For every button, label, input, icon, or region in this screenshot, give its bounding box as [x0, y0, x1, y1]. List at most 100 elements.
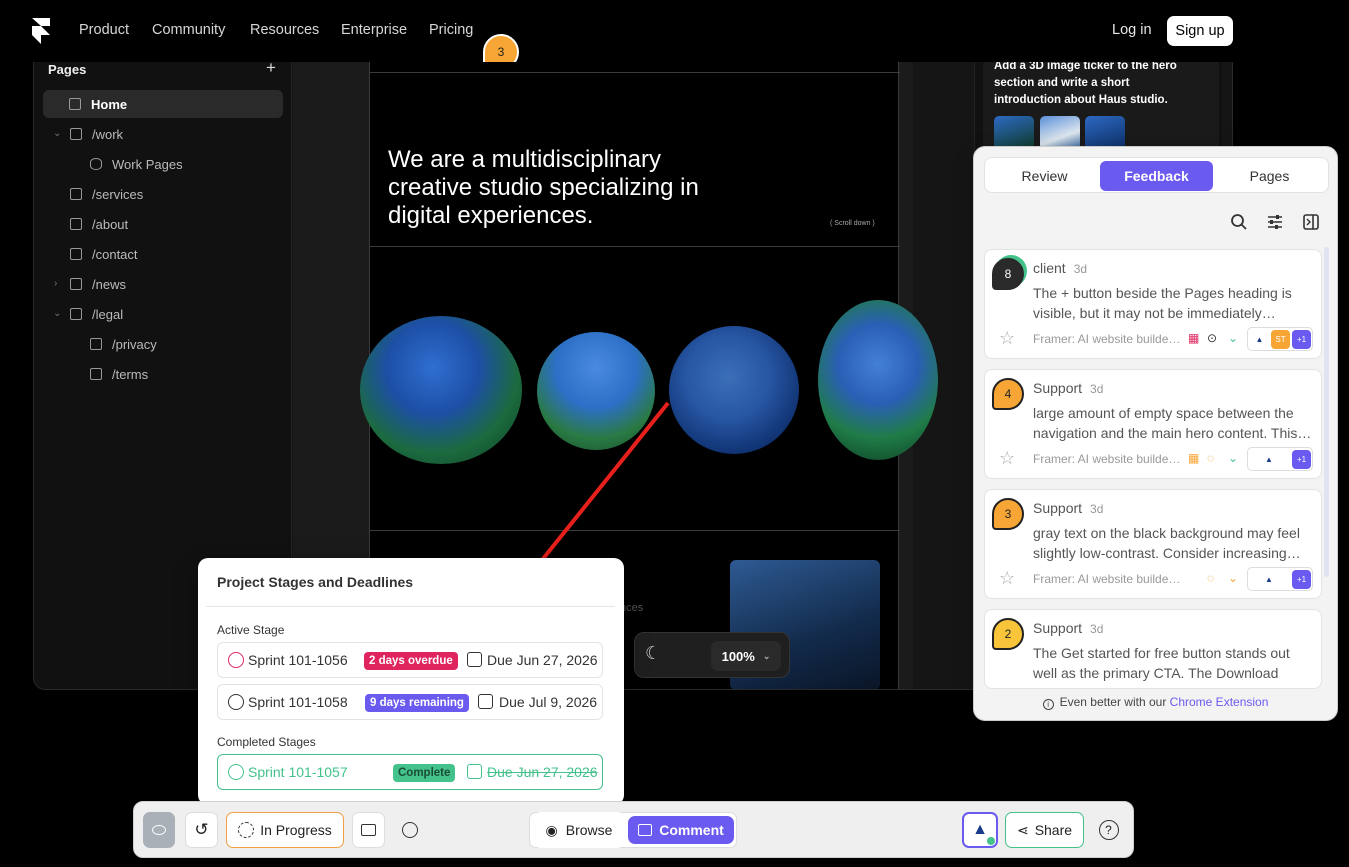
signup-button[interactable]: Sign up [1167, 16, 1233, 46]
status-icon[interactable]: ⊙ [1207, 331, 1217, 345]
comment-text: The Get started for free button stands o… [1033, 645, 1290, 681]
moon-icon[interactable]: ☾ [645, 643, 661, 664]
zoom-select[interactable]: 100% ⌄ [711, 641, 781, 671]
ai-prompt-text: Add a 3D image ticker to the hero sectio… [994, 62, 1177, 106]
comment-text: The + button beside the Pages heading is… [1033, 285, 1292, 321]
avatar: ST [1271, 330, 1290, 349]
canvas-toolbar: ☾ 100% ⌄ [634, 632, 790, 678]
comment-author: client 3d [1033, 260, 1087, 276]
folder-icon [70, 308, 82, 320]
feedback-panel: Review Feedback Pages 8 client 3d The + b… [973, 146, 1338, 721]
feedback-card[interactable]: 4 Support 3d large amount of empty space … [984, 369, 1322, 479]
calendar-icon[interactable]: ▦ [1188, 331, 1199, 345]
chevron-down-icon[interactable]: ⌄ [53, 128, 61, 139]
tab-pages[interactable]: Pages [1213, 161, 1326, 191]
feedback-footer: i Even better with our Chrome Extension [974, 695, 1337, 710]
page-item-services[interactable]: /services [70, 180, 143, 208]
assignees[interactable]: ▲ +1 [1247, 567, 1313, 591]
nav-product[interactable]: Product [79, 22, 129, 38]
assignees[interactable]: ▲ ST +1 [1247, 327, 1313, 351]
due-date: Due Jul 9, 2026 [499, 694, 598, 710]
logo-avatar-icon: ▲ [972, 821, 988, 838]
tab-feedback[interactable]: Feedback [1100, 161, 1213, 191]
nav-community[interactable]: Community [152, 22, 225, 38]
share-button[interactable]: ⋖ Share [1005, 812, 1084, 848]
sidebar-toggle-icon[interactable] [1302, 213, 1320, 231]
page-item-privacy[interactable]: /privacy [90, 330, 157, 358]
page-label: /news [92, 276, 126, 292]
stage-name: Sprint 101-1058 [248, 694, 348, 710]
remaining-badge: 9 days remaining [365, 694, 469, 712]
screen-button[interactable] [352, 812, 385, 848]
add-page-button[interactable]: + [266, 62, 276, 78]
page-item-contact[interactable]: /contact [70, 240, 138, 268]
scrollbar[interactable] [1324, 247, 1329, 577]
chevron-down-icon[interactable]: ⌄ [53, 308, 61, 319]
nav-enterprise[interactable]: Enterprise [341, 22, 407, 38]
priority-icon[interactable]: ⌄ [1228, 331, 1238, 345]
page-item-work[interactable]: /work [70, 120, 123, 148]
search-icon[interactable] [1230, 213, 1248, 231]
nav-resources[interactable]: Resources [250, 22, 319, 38]
user-avatar[interactable]: ▲ [962, 812, 998, 848]
page-label: /legal [92, 306, 124, 322]
chrome-extension-link[interactable]: Chrome Extension [1170, 695, 1269, 709]
page-label: /services [92, 186, 144, 202]
priority-icon[interactable]: ⌄ [1228, 571, 1238, 585]
hero-image [360, 316, 522, 464]
chevron-right-icon[interactable]: › [54, 278, 57, 289]
more-assignees: +1 [1292, 450, 1311, 469]
more-assignees: +1 [1292, 330, 1311, 349]
calendar-icon [478, 694, 493, 709]
filter-icon[interactable] [1266, 213, 1284, 231]
comment-age: 3d [1090, 622, 1104, 636]
framer-logo-icon[interactable] [32, 18, 50, 44]
page-item-news[interactable]: /news [70, 270, 126, 298]
status-button[interactable]: In Progress [226, 812, 344, 848]
comment-button[interactable]: Comment [628, 816, 734, 844]
comment-source: Framer: AI website builder… [1033, 452, 1183, 466]
assignees[interactable]: ▲ +1 [1247, 447, 1313, 471]
hero-image [818, 300, 938, 460]
stage-row[interactable]: Sprint 101-1056 2 days overdue Due Jun 2… [217, 642, 603, 678]
page-item-legal[interactable]: /legal [70, 300, 123, 328]
priority-icon[interactable]: ⌄ [1228, 451, 1238, 465]
feedback-card[interactable]: 3 Support 3d gray text on the black backg… [984, 489, 1322, 599]
stage-row[interactable]: Sprint 101-1058 9 days remaining Due Jul… [217, 684, 603, 720]
calendar-icon [467, 652, 482, 667]
page-item-home[interactable]: Home [43, 90, 283, 118]
browse-button[interactable]: ◉ Browse [534, 812, 624, 848]
nav-pricing[interactable]: Pricing [429, 22, 473, 38]
calendar-icon[interactable]: ▦ [1188, 451, 1199, 465]
in-progress-icon [238, 822, 255, 838]
comment-source: Framer: AI website builder… [1033, 332, 1183, 346]
page-item-terms[interactable]: /terms [90, 360, 148, 388]
timer-button[interactable] [393, 812, 426, 848]
undo-button[interactable]: ↺ [185, 812, 218, 848]
eye-icon: ◉ [545, 821, 558, 838]
page-label: /contact [92, 246, 138, 262]
page-item-about[interactable]: /about [70, 210, 128, 238]
feedback-card[interactable]: 8 client 3d The + button beside the Pages… [984, 249, 1322, 359]
star-icon[interactable]: ☆ [999, 448, 1015, 469]
feedback-card[interactable]: 2 Support 3d The Get started for free but… [984, 609, 1322, 689]
comment-count-badge: 2 [992, 618, 1024, 650]
status-icon[interactable]: ◌ [1207, 451, 1214, 465]
database-icon [90, 158, 102, 170]
star-icon[interactable]: ☆ [999, 328, 1015, 349]
project-avatar[interactable] [143, 812, 175, 848]
popover-title: Project Stages and Deadlines [217, 574, 414, 590]
comment-text: gray text on the black background may fe… [1033, 525, 1301, 561]
footer-text: Even better with our [1059, 695, 1167, 709]
stage-name: Sprint 101-1056 [248, 652, 348, 668]
star-icon[interactable]: ☆ [999, 568, 1015, 589]
page-item-work-pages[interactable]: Work Pages [90, 150, 183, 178]
tab-review[interactable]: Review [988, 161, 1101, 191]
help-button[interactable]: ? [1092, 812, 1125, 848]
file-icon [70, 218, 82, 230]
status-icon[interactable]: ◌ [1207, 571, 1214, 585]
login-link[interactable]: Log in [1112, 22, 1152, 38]
stage-row-complete[interactable]: Sprint 101-1057 Complete Due Jun 27, 202… [217, 754, 603, 790]
stage-name: Sprint 101-1057 [248, 764, 348, 780]
clock-icon [228, 694, 244, 710]
